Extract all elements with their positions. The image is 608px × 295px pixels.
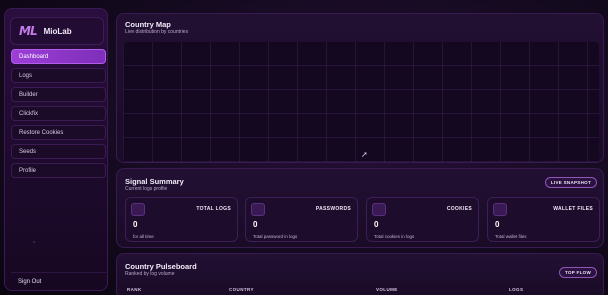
country-map-subtitle: Live distribution by countries	[125, 29, 189, 35]
sign-out-button[interactable]: Sign Out	[11, 272, 106, 291]
app-window: ML MioLab Dashboard Logs Builder Clickfi…	[0, 0, 608, 295]
stat-card-wallet-files: WALLET FILES 0 Total wallet files	[487, 197, 600, 242]
stat-label: COOKIES	[446, 206, 472, 212]
top-flow-badge[interactable]: TOP FLOW	[559, 267, 597, 278]
pulseboard-subtitle: Ranked by log volume	[125, 271, 175, 277]
brand-name: MioLab	[43, 26, 72, 36]
column-header-country[interactable]: COUNTRY	[229, 287, 254, 292]
stat-label: WALLET FILES	[553, 206, 593, 212]
stat-card-total-logs: TOTAL LOGS 0 for all time	[125, 197, 238, 242]
sidebar-item-seeds[interactable]: Seeds	[11, 144, 106, 159]
cookie-icon	[372, 203, 386, 216]
sidebar: ML MioLab Dashboard Logs Builder Clickfi…	[4, 8, 108, 291]
stat-label: TOTAL LOGS	[196, 206, 231, 212]
column-header-logs[interactable]: LOGS	[509, 287, 523, 292]
country-pulseboard-panel: Country Pulseboard Ranked by log volume …	[116, 253, 604, 295]
brand-mark-icon: ML	[19, 24, 38, 38]
sidebar-item-profile[interactable]: Profile	[11, 163, 106, 178]
sidebar-item-logs[interactable]: Logs	[11, 68, 106, 83]
stat-caption: Total cookies in logs	[374, 234, 415, 239]
stat-label: PASSWORDS	[315, 206, 351, 212]
password-icon	[251, 203, 265, 216]
brand-logo[interactable]: ML MioLab	[10, 17, 104, 45]
country-map-title: Country Map	[125, 20, 171, 29]
signal-summary-subtitle: Current logs profile	[125, 186, 168, 192]
stat-value: 0	[133, 220, 138, 229]
wallet-icon	[493, 203, 507, 216]
country-map-panel: Country Map Live distribution by countri…	[116, 13, 604, 187]
stat-card-passwords: PASSWORDS 0 Total password in logs	[245, 197, 358, 242]
stat-value: 0	[495, 220, 500, 229]
sidebar-item-dashboard[interactable]: Dashboard	[11, 49, 106, 64]
live-snapshot-badge[interactable]: LIVE SNAPSHOT	[544, 177, 597, 188]
pulseboard-title: Country Pulseboard	[125, 262, 197, 271]
stat-caption: for all time	[133, 234, 154, 239]
logs-icon	[131, 203, 145, 216]
sidebar-item-restore-cookies[interactable]: Restore Cookies	[11, 125, 106, 140]
world-map[interactable]: ➚ ⌃	[123, 42, 599, 187]
stat-caption: Total password in logs	[253, 234, 298, 239]
column-header-rank[interactable]: RANK	[127, 287, 142, 292]
stat-caption: Total wallet files	[495, 234, 527, 239]
stat-value: 0	[253, 220, 258, 229]
stat-card-cookies: COOKIES 0 Total cookies in logs	[366, 197, 479, 242]
sidebar-item-builder[interactable]: Builder	[11, 87, 106, 102]
column-header-volume[interactable]: VOLUME	[376, 287, 398, 292]
stat-value: 0	[374, 220, 379, 229]
caret-up-icon: ^	[33, 241, 36, 247]
sidebar-item-clickfix[interactable]: Clickfix	[11, 106, 106, 121]
signal-summary-title: Signal Summary	[125, 177, 184, 186]
mouse-cursor-icon: ➚	[361, 150, 368, 159]
